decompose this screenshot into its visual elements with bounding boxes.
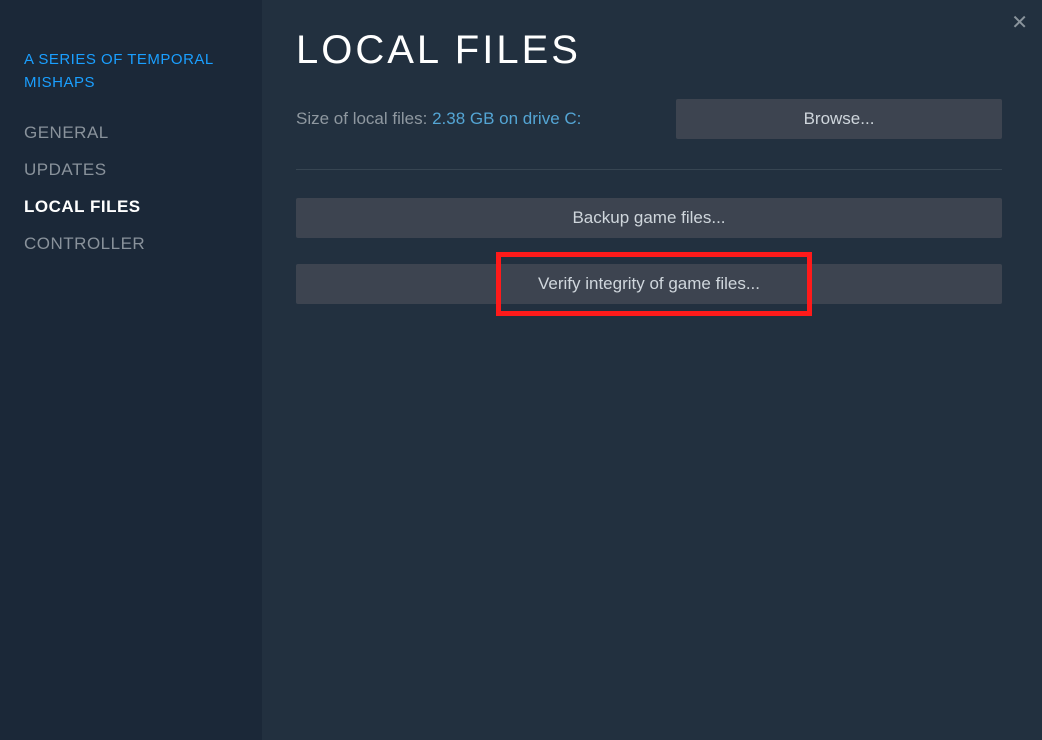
sidebar-item-controller[interactable]: CONTROLLER [24,234,238,254]
size-row: Size of local files: 2.38 GB on drive C:… [296,99,1002,139]
backup-button[interactable]: Backup game files... [296,198,1002,238]
close-icon[interactable]: ✕ [1007,6,1032,39]
game-title: A SERIES OF TEMPORAL MISHAPS [24,48,238,95]
sidebar: A SERIES OF TEMPORAL MISHAPS GENERAL UPD… [0,0,262,740]
size-label: Size of local files: [296,109,427,128]
sidebar-item-local-files[interactable]: LOCAL FILES [24,197,238,217]
verify-button[interactable]: Verify integrity of game files... [296,264,1002,304]
main-panel: ✕ LOCAL FILES Size of local files: 2.38 … [262,0,1042,740]
sidebar-item-general[interactable]: GENERAL [24,123,238,143]
sidebar-item-updates[interactable]: UPDATES [24,160,238,180]
divider [296,169,1002,170]
size-text: Size of local files: 2.38 GB on drive C: [296,109,581,129]
verify-button-wrap: Verify integrity of game files... [296,264,1002,304]
size-value-link[interactable]: 2.38 GB on drive C: [432,109,581,128]
page-title: LOCAL FILES [296,28,1002,73]
browse-button[interactable]: Browse... [676,99,1002,139]
